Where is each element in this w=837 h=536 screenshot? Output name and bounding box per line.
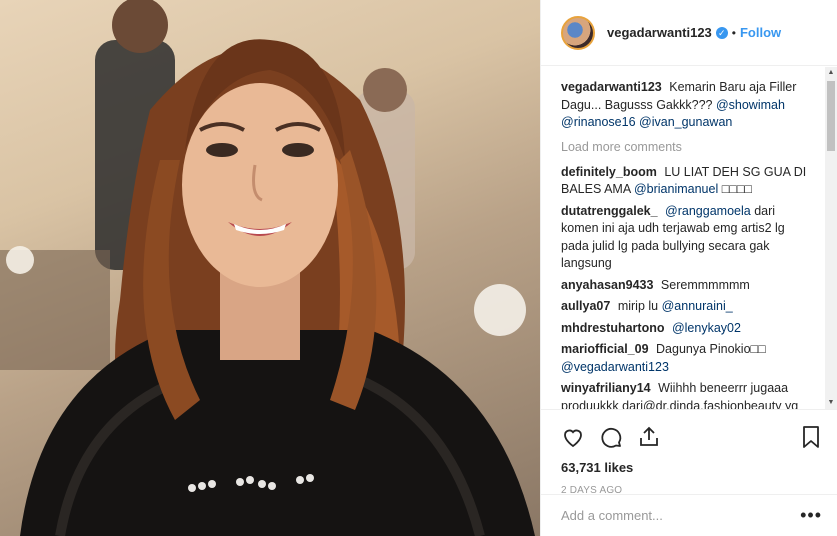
comments-scrollbar[interactable]: ▲ ▼ [825, 67, 837, 409]
separator-dot: • [731, 25, 736, 40]
scrollbar-thumb[interactable] [827, 81, 835, 151]
likes-count[interactable]: 63,731 likes [561, 460, 822, 475]
share-icon[interactable] [637, 425, 661, 452]
bookmark-icon[interactable] [800, 425, 822, 452]
list-item: dutatrenggalek_ @ranggamoela dari komen … [561, 203, 815, 273]
header-username[interactable]: vegadarwanti123 [607, 25, 712, 40]
caption: vegadarwanti123 Kemarin Baru aja Filler … [561, 79, 815, 132]
comment-tail: □□□□ [721, 182, 752, 196]
comment-mention[interactable]: @annuraini_ [662, 299, 733, 313]
list-item: mariofficial_09 Dagunya Pinokio□□ @vegad… [561, 341, 815, 376]
comment-username[interactable]: mariofficial_09 [561, 342, 649, 356]
post-photo-illustration [0, 0, 535, 536]
comment-username[interactable]: dutatrenggalek_ [561, 204, 658, 218]
action-icons [561, 418, 822, 458]
comment-mention[interactable]: @lenykay02 [672, 321, 741, 335]
caption-mention[interactable]: @ivan_gunawan [639, 115, 732, 129]
comment-username[interactable]: anyahasan9433 [561, 278, 653, 292]
comment-text: mirip lu [617, 299, 659, 313]
comment-mention[interactable]: @ranggamoela [665, 204, 751, 218]
list-item: anyahasan9433 Seremmmmmm [561, 277, 815, 295]
list-item: definitely_boom LU LIAT DEH SG GUA DI BA… [561, 164, 815, 199]
comment-text: Seremmmmmm [660, 277, 750, 292]
list-item: winyafriliany14 Wiihhh beneerrr jugaaa p… [561, 380, 815, 409]
post-actions: 63,731 likes 2 DAYS AGO [541, 409, 837, 496]
load-more-comments-button[interactable]: Load more comments [561, 140, 815, 154]
post-header: vegadarwanti123 ✓ • Follow [541, 0, 837, 66]
follow-button[interactable]: Follow [740, 25, 781, 40]
comment-text: Dagunya Pinokio□□ [656, 342, 766, 356]
comment-username[interactable]: definitely_boom [561, 165, 657, 179]
comment-icon[interactable] [599, 425, 623, 452]
scroll-down-icon[interactable]: ▼ [825, 397, 837, 409]
comment-username[interactable]: aullya07 [561, 299, 610, 313]
heart-icon[interactable] [561, 425, 585, 452]
comment-mention[interactable]: @vegadarwanti123 [561, 360, 669, 374]
list-item: mhdrestuhartono @lenykay02 [561, 320, 815, 338]
avatar[interactable] [561, 15, 595, 50]
list-item: aullya07 mirip lu @annuraini_ [561, 298, 815, 316]
comment-username[interactable]: mhdrestuhartono [561, 321, 664, 335]
more-options-icon[interactable]: ••• [800, 505, 822, 526]
comment-username[interactable]: winyafriliany14 [561, 381, 651, 395]
add-comment-bar: ••• [541, 494, 837, 536]
post-side-panel: vegadarwanti123 ✓ • Follow vegadarwanti1… [540, 0, 837, 536]
caption-username[interactable]: vegadarwanti123 [561, 80, 662, 94]
post-image[interactable] [0, 0, 540, 536]
scroll-up-icon[interactable]: ▲ [825, 67, 837, 79]
caption-mention[interactable]: @showimah [716, 98, 785, 112]
verified-badge-icon: ✓ [715, 26, 728, 39]
comment-mention[interactable]: @brianimanuel [634, 182, 718, 196]
comment-input[interactable] [561, 508, 801, 523]
caption-mention[interactable]: @rinanose16 [561, 115, 636, 129]
comments-list: vegadarwanti123 Kemarin Baru aja Filler … [541, 67, 825, 409]
